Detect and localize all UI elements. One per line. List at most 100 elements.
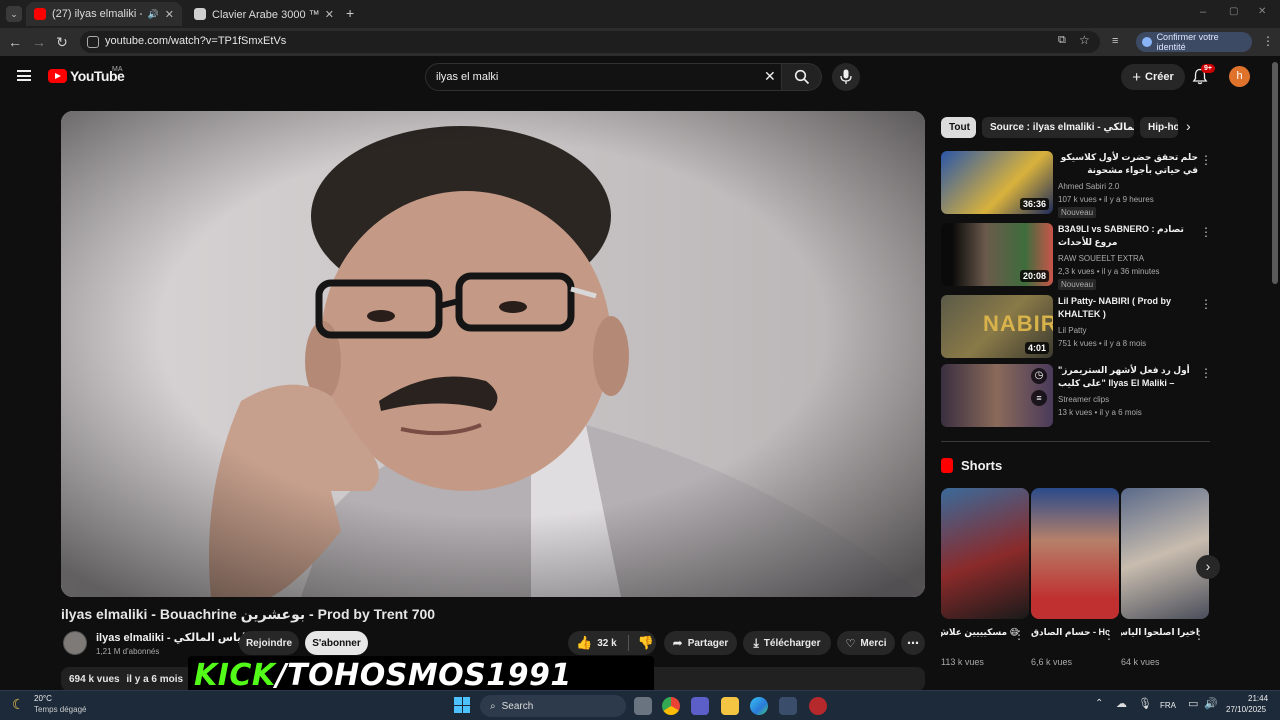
list-item[interactable]: 20:08 B3A9LI vs SABNERO : تصادم مروع للأ… [941, 223, 1213, 290]
chips-next-icon[interactable]: › [1186, 118, 1191, 134]
tray-chevron-icon[interactable]: ⌃ [1095, 698, 1103, 709]
search-button[interactable] [782, 63, 822, 91]
voice-search-button[interactable] [832, 63, 860, 91]
window-minimize-icon[interactable]: – [1200, 6, 1206, 18]
confirm-identity-button[interactable]: Confirmer votre identité [1136, 32, 1252, 52]
divider [941, 441, 1210, 442]
thanks-button[interactable]: ♡ Merci [837, 631, 895, 655]
thanks-icon: ♡ [845, 637, 856, 650]
chip-all[interactable]: Tout [941, 117, 976, 138]
join-button[interactable]: Rejoindre [239, 631, 299, 655]
weather-temp[interactable]: 20°C [34, 694, 52, 703]
subscribe-button[interactable]: S'abonner [305, 631, 368, 655]
youtube-header: YouTube MA ilyas el malki ✕ + Créer 9+ h [0, 56, 1280, 98]
more-options-icon[interactable]: ⋮ [1200, 297, 1212, 311]
chip-hiphop[interactable]: Hip-hop [1140, 117, 1178, 138]
mic-tray-icon[interactable]: 🎙 [1138, 697, 1152, 710]
taskbar-search[interactable]: ⌕ Search [480, 695, 626, 717]
windows-start-icon[interactable] [454, 697, 470, 713]
language-indicator[interactable]: FRA [1160, 701, 1176, 710]
window-restore-icon[interactable]: ▢ [1229, 6, 1238, 17]
share-button[interactable]: ➦ Partager [664, 631, 737, 655]
create-label: Créer [1145, 71, 1174, 83]
volume-tray-icon[interactable]: 🔊 [1204, 697, 1218, 710]
close-tab-icon[interactable]: ✕ [165, 8, 174, 21]
rec-channel: RAW SOUEELT EXTRA [1058, 254, 1145, 263]
more-options-icon[interactable]: ⋮ [1200, 153, 1212, 167]
clock-time[interactable]: 21:44 [1248, 694, 1268, 703]
reading-list-icon[interactable]: ≡ [1112, 35, 1118, 47]
taskbar-search-label: Search [501, 700, 534, 712]
back-icon[interactable]: ← [7, 34, 23, 50]
search-icon [794, 69, 810, 85]
more-options-icon[interactable]: ⋮ [1200, 366, 1212, 380]
teams-icon[interactable] [691, 697, 709, 715]
new-badge: Nouveau [1058, 207, 1097, 218]
speaker-icon[interactable]: 🔊 [148, 9, 159, 20]
site-info-icon[interactable] [87, 36, 99, 48]
display-tray-icon[interactable]: ▭ [1188, 697, 1198, 710]
url-text: youtube.com/watch?v=TP1fSmxEtVs [105, 35, 287, 47]
shorts-next-button[interactable]: › [1196, 555, 1220, 579]
more-options-icon[interactable]: ⋮ [1200, 225, 1212, 239]
duration-badge: 20:08 [1019, 270, 1049, 282]
network-tray-icon[interactable]: ☁ [1116, 697, 1127, 710]
avatar[interactable]: h [1229, 66, 1250, 87]
short-thumbnail[interactable] [1121, 488, 1209, 619]
list-item[interactable]: NABIRI 4:01 Lil Patty- NABIRI ( Prod by … [941, 295, 1213, 359]
more-actions-button[interactable]: ⋯ [901, 631, 925, 655]
chrome-icon[interactable] [662, 697, 680, 715]
file-explorer-icon[interactable] [721, 697, 739, 715]
like-button[interactable]: 👍 32 k 👎 [568, 631, 656, 655]
create-button[interactable]: + Créer [1121, 64, 1185, 90]
close-tab-icon[interactable]: ✕ [325, 8, 334, 21]
more-options-icon[interactable]: ⋮ [1103, 628, 1115, 642]
list-item[interactable]: ◷ ≡ "أول رد فعل لأشهر الستريمرز على كليب… [941, 364, 1213, 428]
browser-menu-icon[interactable]: ⋮ [1262, 34, 1274, 48]
thumb-text: NABIRI [983, 311, 1053, 336]
clock-date[interactable]: 27/10/2025 [1226, 705, 1266, 714]
weather-desc[interactable]: Temps dégagé [34, 705, 86, 714]
video-frame [61, 111, 925, 597]
channel-name[interactable]: ilyas elmaliki - الياس المالكي [96, 631, 263, 644]
store-icon[interactable] [779, 697, 797, 715]
thumbnail: NABIRI 4:01 [941, 295, 1053, 358]
download-button[interactable]: ⤓ Télécharger [743, 631, 831, 655]
add-to-queue-icon[interactable]: ≡ [1031, 390, 1047, 406]
install-app-icon[interactable]: ⧉ [1058, 34, 1066, 47]
short-title: 😄 مسكيييين علاش تكذب ؟ [941, 627, 1019, 637]
search-input[interactable]: ilyas el malki ✕ [425, 63, 782, 91]
app-icon[interactable] [809, 697, 827, 715]
short-thumbnail[interactable] [1031, 488, 1119, 619]
channel-avatar[interactable] [63, 631, 87, 655]
more-options-icon[interactable]: ⋮ [1013, 628, 1025, 642]
clear-search-icon[interactable]: ✕ [764, 68, 776, 85]
watch-later-icon[interactable]: ◷ [1031, 368, 1047, 384]
bookmark-star-icon[interactable]: ☆ [1079, 33, 1090, 47]
task-view-icon[interactable] [634, 697, 652, 715]
address-bar[interactable]: youtube.com/watch?v=TP1fSmxEtVs ⧉ ☆ [80, 31, 1100, 53]
browser-toolbar: ← → ↻ youtube.com/watch?v=TP1fSmxEtVs ⧉ … [0, 28, 1280, 56]
new-tab-button[interactable]: + [346, 5, 354, 21]
page-scrollbar[interactable] [1272, 62, 1278, 284]
short-thumbnail[interactable] [941, 488, 1029, 619]
rec-meta: 107 k vues • il y a 9 heures [1058, 195, 1154, 204]
share-icon: ➦ [672, 636, 683, 650]
forward-icon[interactable]: → [31, 34, 47, 50]
tab-list-button[interactable]: ⌄ [6, 6, 22, 22]
thumbs-down-icon[interactable]: 👎 [638, 635, 654, 651]
tab-clavier[interactable]: Clavier Arabe 3000 ™ بالعربية ا ✕ [186, 2, 342, 26]
video-player[interactable] [61, 111, 925, 597]
like-count: 32 k [597, 637, 617, 649]
list-item[interactable]: 36:36 حلم تحقق حضرت لأول كلاسيكو في حيات… [941, 151, 1213, 218]
divider [627, 635, 629, 651]
tab-youtube[interactable]: (27) ilyas elmaliki - Bouache 🔊 ✕ [26, 2, 182, 26]
reload-icon[interactable]: ↻ [54, 34, 70, 50]
window-close-icon[interactable]: ✕ [1258, 6, 1266, 17]
hamburger-menu-icon[interactable] [17, 70, 31, 81]
notifications-button[interactable]: 9+ [1192, 64, 1215, 86]
download-icon: ⤓ [753, 635, 759, 650]
edge-icon[interactable] [750, 697, 768, 715]
more-options-icon[interactable]: ⋮ [1193, 628, 1205, 642]
chip-source[interactable]: Source : ilyas elmaliki - الياس المالكي [982, 117, 1134, 138]
